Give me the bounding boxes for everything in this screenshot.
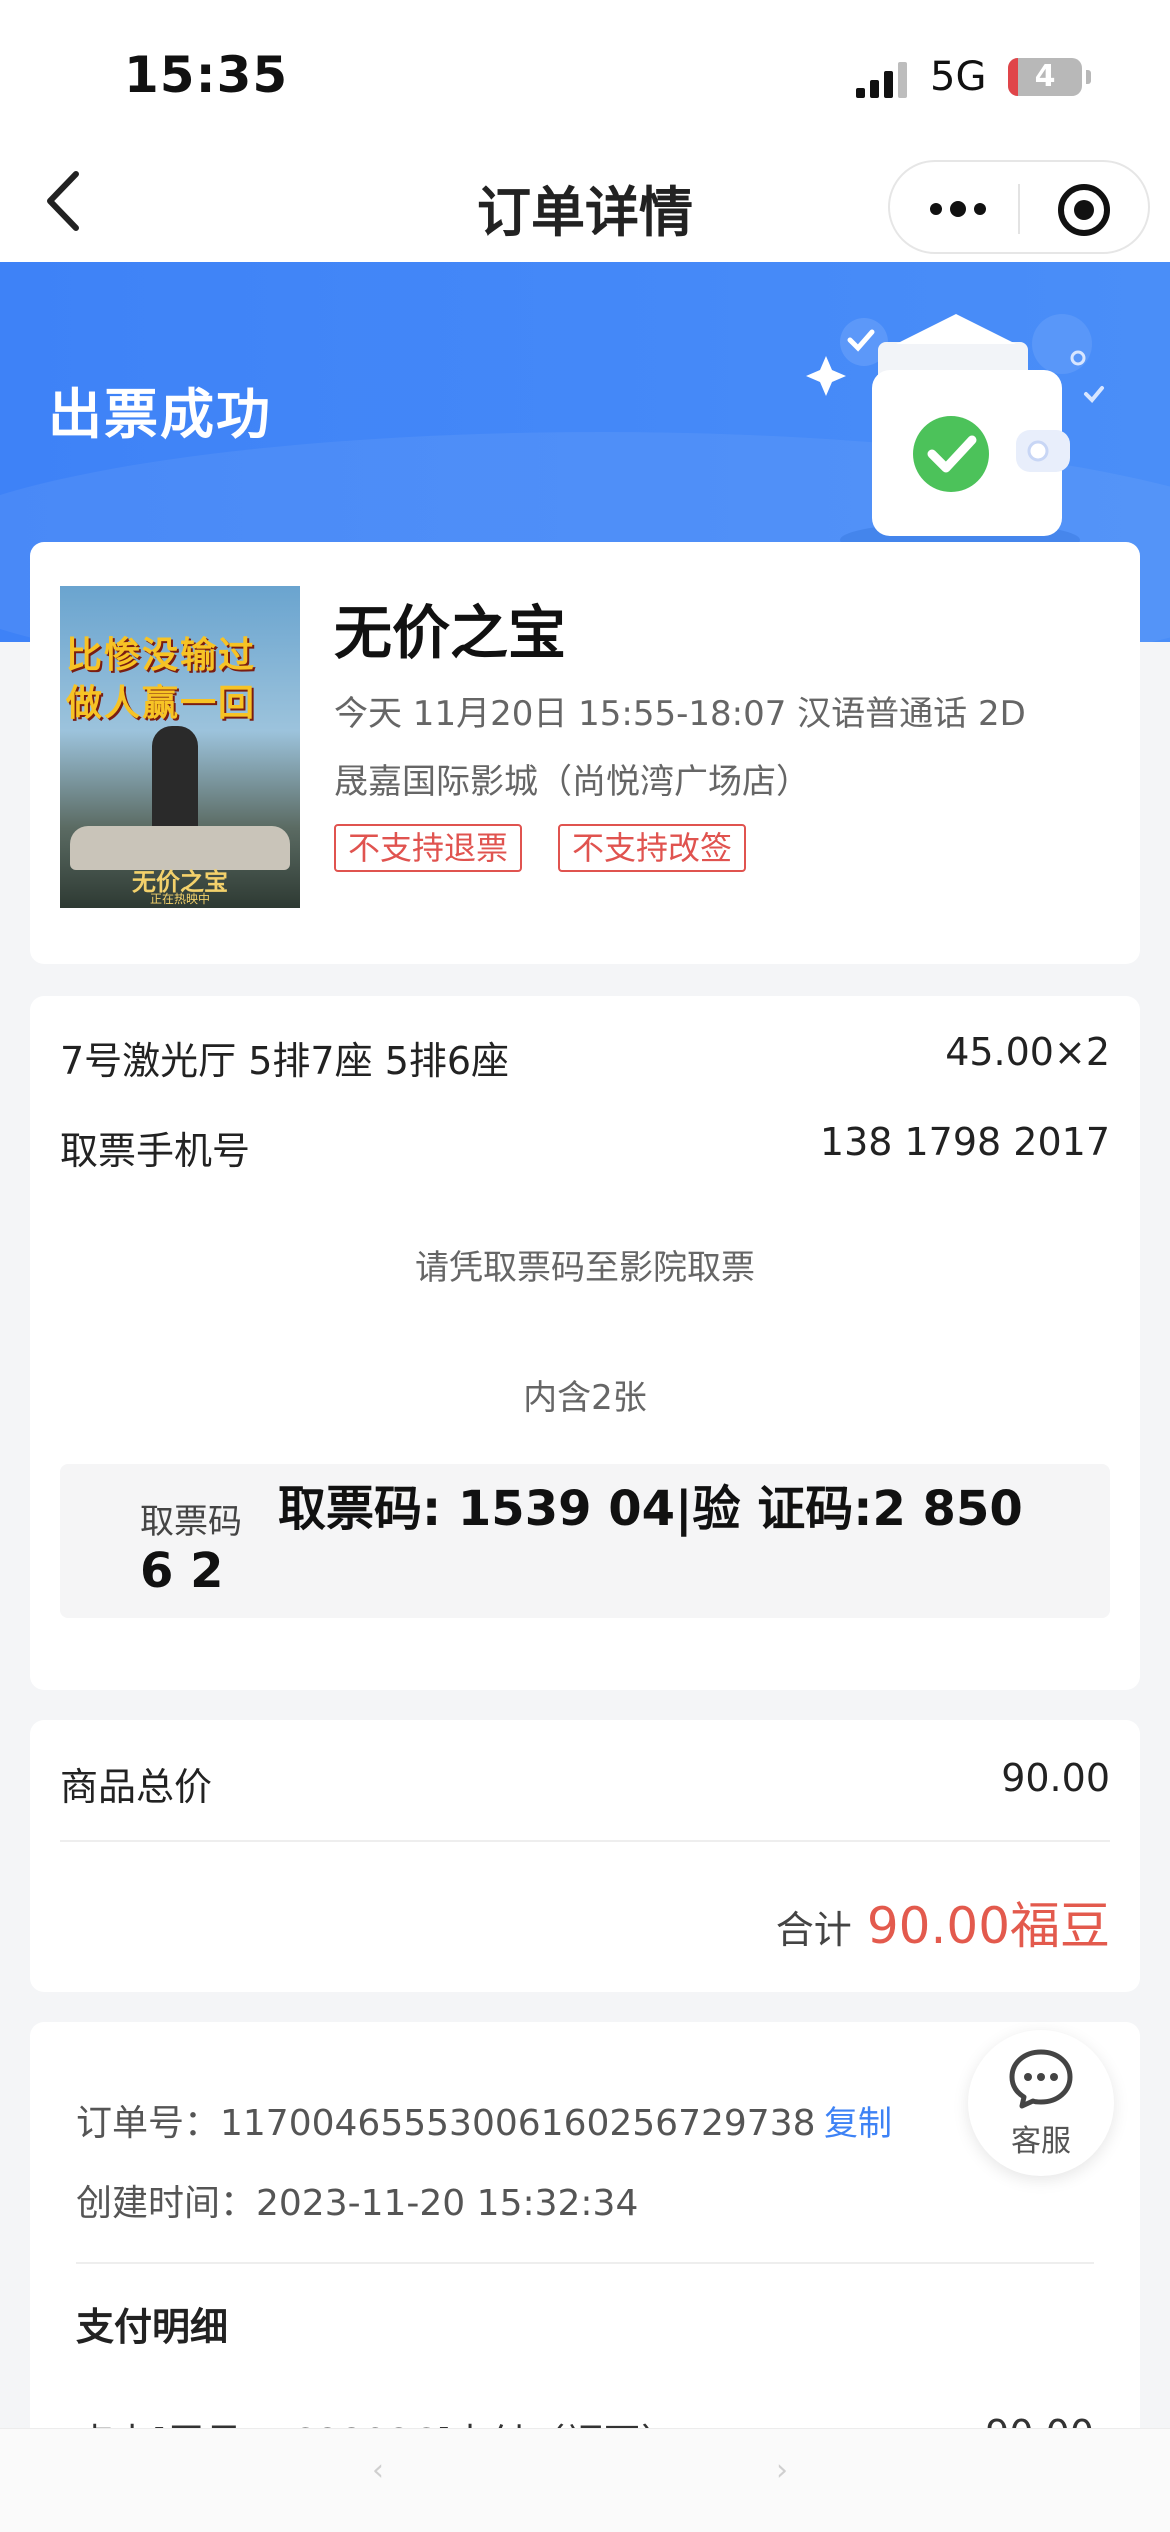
grand-total-label: 合计 xyxy=(775,1908,852,1952)
order-number: 订单号：11700465553006160256729738 xyxy=(76,2103,816,2144)
mini-program-capsule xyxy=(888,160,1150,254)
created-time: 创建时间：2023-11-20 15:32:34 xyxy=(76,2183,639,2224)
ticket-price: 45.00×2 xyxy=(945,1030,1110,1074)
chat-bubble-icon xyxy=(1009,2049,1073,2109)
customer-service-label: 客服 xyxy=(1011,2124,1071,2159)
grand-total-value: 90.00福豆 xyxy=(866,1897,1110,1955)
wallet-success-icon xyxy=(806,314,1104,558)
no-refund-tag: 不支持退票 xyxy=(334,824,523,872)
customer-service-button[interactable]: 客服 xyxy=(968,2030,1114,2176)
battery-cap xyxy=(1086,70,1091,84)
top-bar: 15:35 5G 4 订单详情 xyxy=(0,0,1170,262)
payment-detail-title: 支付明细 xyxy=(76,2305,229,2349)
goods-total-value: 90.00 xyxy=(1001,1756,1110,1800)
pickup-hint: 请凭取票码至影院取票 xyxy=(415,1248,755,1288)
back-nav-button[interactable]: ‹ xyxy=(372,2453,384,2488)
cinema-name: 晟嘉国际影城（尚悦湾广场店） xyxy=(334,762,810,802)
ticket-card: 7号激光厅 5排7座 5排6座 45.00×2 取票手机号 138 1798 2… xyxy=(30,996,1140,1690)
movie-card[interactable]: 比惨没输过 做人赢一回 无价之宝 正在热映中 无价之宝 今天 11月20日 15… xyxy=(30,542,1140,964)
pickup-code-value: 取票码: 1539 04|验 证码:2 8506 2 xyxy=(140,1481,1023,1599)
capsule-divider xyxy=(1018,184,1020,234)
price-card: 商品总价 90.00 合计 90.00福豆 xyxy=(30,1720,1140,1992)
bottom-toolbar: ‹ › xyxy=(0,2428,1170,2532)
showtime-info: 今天 11月20日 15:55-18:07 汉语普通话 2D xyxy=(334,694,1026,734)
banner-title: 出票成功 xyxy=(48,383,272,446)
copy-order-button[interactable]: 复制 xyxy=(824,2096,892,2145)
close-target-icon[interactable] xyxy=(1056,182,1112,238)
battery-level xyxy=(1008,58,1018,96)
battery-percent: 4 xyxy=(1034,59,1056,94)
signal-icon xyxy=(856,62,907,98)
movie-poster: 比惨没输过 做人赢一回 无价之宝 正在热映中 xyxy=(60,586,300,908)
no-reschedule-tag: 不支持改签 xyxy=(558,824,747,872)
poster-subtitle: 正在热映中 xyxy=(149,892,210,906)
battery-icon: 4 xyxy=(1008,58,1082,96)
forward-nav-button[interactable]: › xyxy=(776,2453,788,2488)
seat-info: 7号激光厅 5排7座 5排6座 xyxy=(60,1039,510,1083)
divider xyxy=(60,1840,1110,1842)
pickup-code-box: 取票码 取票码: 1539 04|验 证码:2 8506 2 xyxy=(60,1464,1110,1618)
goods-total-label: 商品总价 xyxy=(60,1765,213,1809)
movie-title: 无价之宝 xyxy=(334,599,567,667)
grand-total: 合计 90.00福豆 xyxy=(776,1886,1110,1958)
phone-label: 取票手机号 xyxy=(60,1129,251,1173)
poster-tagline-1: 比惨没输过 xyxy=(66,635,257,676)
network-label: 5G xyxy=(930,54,987,100)
poster-tagline-2: 做人赢一回 xyxy=(66,683,257,724)
more-icon[interactable] xyxy=(928,192,988,226)
status-time: 15:35 xyxy=(124,46,289,104)
divider xyxy=(76,2262,1094,2264)
phone-number: 138 1798 2017 xyxy=(819,1120,1110,1164)
ticket-count: 内含2张 xyxy=(523,1378,647,1418)
